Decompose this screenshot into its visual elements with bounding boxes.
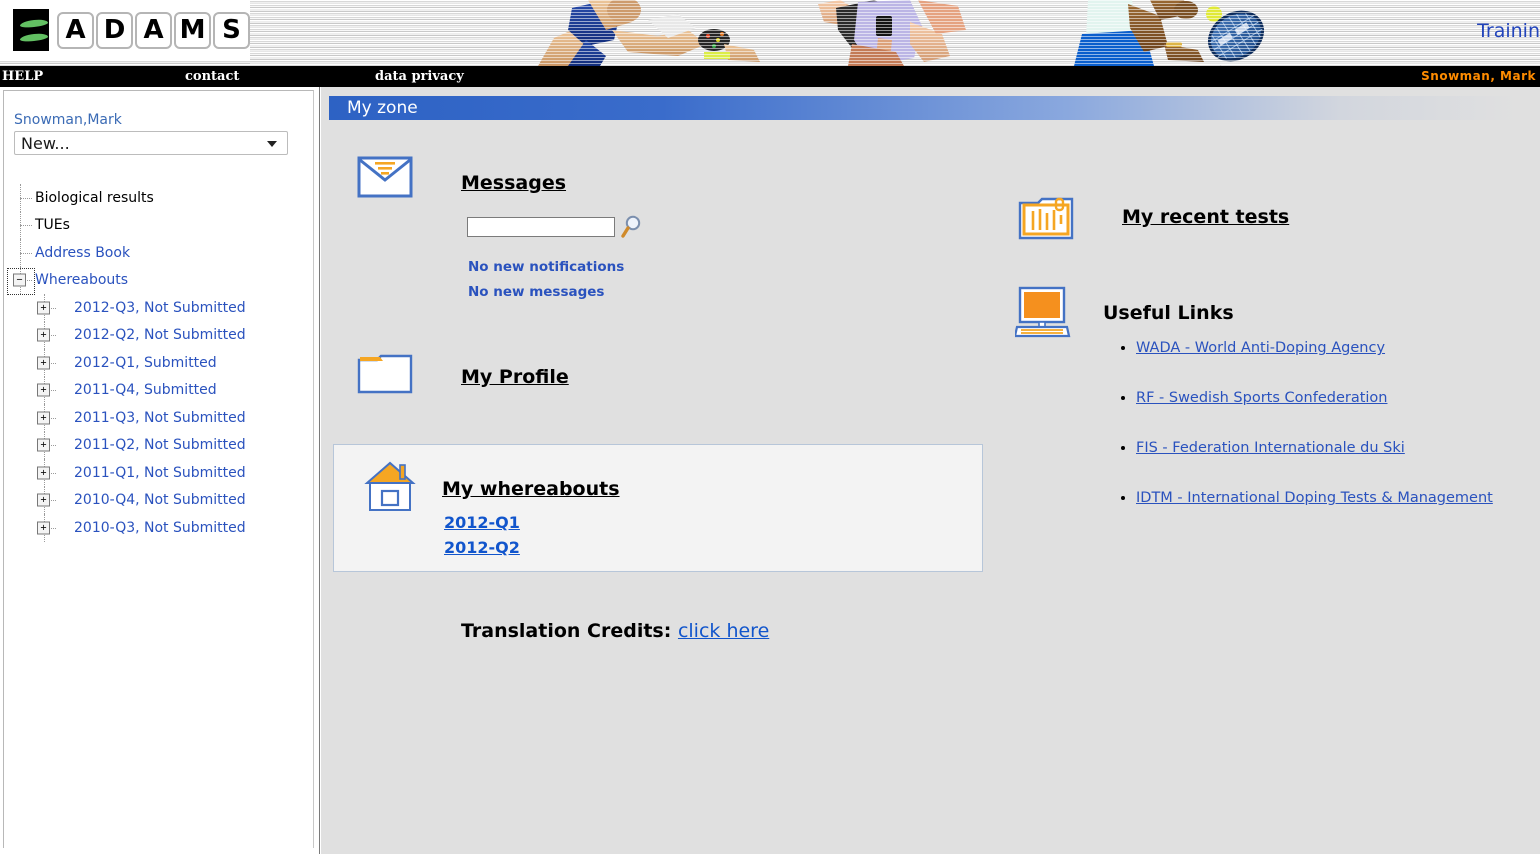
logo-letter-m: M <box>174 11 211 49</box>
navigation-tree: Biological results TUEs Address Book − Where… <box>7 184 246 542</box>
new-item-dropdown[interactable]: New... <box>14 131 288 155</box>
no-new-notifications-text: No new notifications <box>468 259 625 275</box>
tree-item[interactable]: +2011-Q3, Not Submitted <box>20 404 246 432</box>
useful-link[interactable]: IDTM - International Doping Tests & Mana… <box>1136 490 1493 506</box>
useful-link-item: WADA - World Anti-Doping Agency <box>1136 340 1493 356</box>
useful-links-heading: Useful Links <box>1103 302 1234 324</box>
tree-item[interactable]: +2010-Q3, Not Submitted <box>20 514 246 542</box>
adams-logo-mark-icon <box>13 9 49 51</box>
my-recent-tests-heading: My recent tests <box>1122 206 1290 228</box>
useful-link[interactable]: RF - Swedish Sports Confederation <box>1136 390 1387 406</box>
search-icon[interactable] <box>621 215 643 239</box>
tree-item[interactable]: +2012-Q2, Not Submitted <box>20 321 246 349</box>
translation-credits-link[interactable]: click here <box>678 620 769 642</box>
tree-expand-icon[interactable]: + <box>37 356 50 370</box>
useful-link-item: RF - Swedish Sports Confederation <box>1136 390 1493 406</box>
help-link[interactable]: HELP <box>2 69 43 84</box>
tree-expand-icon[interactable]: + <box>37 328 50 342</box>
tree-item-label[interactable]: 2011-Q4, Submitted <box>74 382 217 398</box>
athlete-tennis-player-image <box>1074 0 1264 66</box>
logo-letter-a1: A <box>57 11 94 49</box>
data-privacy-link[interactable]: data privacy <box>375 69 464 84</box>
tree-expand-icon[interactable]: + <box>37 411 50 425</box>
tree-item-label[interactable]: 2012-Q1, Submitted <box>74 355 217 371</box>
whereabouts-quarter-link-2012-q2[interactable]: 2012-Q2 <box>444 538 520 557</box>
tree-item[interactable]: +2012-Q1, Submitted <box>20 349 246 377</box>
training-site-label: Trainin <box>1477 20 1540 42</box>
messages-heading: Messages <box>461 172 567 194</box>
sidebar-user-name: Snowman,Mark <box>14 112 122 128</box>
tree-item-label[interactable]: 2010-Q4, Not Submitted <box>74 492 246 508</box>
tree-item-label[interactable]: 2010-Q3, Not Submitted <box>74 520 246 536</box>
tree-item[interactable]: +2011-Q2, Not Submitted <box>20 431 246 459</box>
computer-icon <box>1015 286 1071 338</box>
tree-expand-icon[interactable]: + <box>37 521 50 535</box>
sidebar-panel: Snowman,Mark New... Biological results TU… <box>0 87 320 854</box>
message-search-input[interactable] <box>467 217 615 237</box>
tree-item-label[interactable]: 2011-Q3, Not Submitted <box>74 410 246 426</box>
tree-item[interactable]: +2010-Q4, Not Submitted <box>20 486 246 514</box>
my-profile-heading: My Profile <box>461 366 569 388</box>
logo-letter-a2: A <box>135 11 172 49</box>
tree-item[interactable]: Address Book <box>20 239 246 267</box>
logo-letter-d: D <box>96 11 133 49</box>
athlete-hurdler-image <box>538 0 760 66</box>
tree-item[interactable]: Biological results <box>20 184 246 212</box>
tree-horizontal-connector <box>20 197 32 199</box>
tree-item[interactable]: TUEs <box>20 211 246 239</box>
logo-letter-s: S <box>213 11 250 49</box>
tree-item-label[interactable]: Whereabouts <box>35 272 128 288</box>
tree-expand-icon[interactable]: + <box>37 301 50 315</box>
my-whereabouts-panel: My whereabouts 2012-Q1 2012-Q2 <box>333 444 983 572</box>
folder-icon <box>357 354 413 394</box>
envelope-icon <box>357 156 413 198</box>
page-title: My zone <box>329 96 1519 120</box>
tree-item[interactable]: − Whereabouts <box>7 266 246 295</box>
tree-expand-icon[interactable]: + <box>37 438 50 452</box>
translation-credits: Translation Credits: click here <box>461 620 769 642</box>
tree-expand-icon[interactable]: + <box>37 466 50 480</box>
translation-credits-label: Translation Credits: <box>461 620 672 642</box>
tree-item[interactable]: +2012-Q3, Not Submitted <box>20 294 246 322</box>
tree-item-label[interactable]: 2011-Q1, Not Submitted <box>74 465 246 481</box>
no-new-messages-text: No new messages <box>468 284 605 300</box>
tree-expand-icon[interactable]: + <box>37 383 50 397</box>
tree-item-label[interactable]: 2011-Q2, Not Submitted <box>74 437 246 453</box>
useful-link-item: IDTM - International Doping Tests & Mana… <box>1136 490 1493 506</box>
whereabouts-quarter-link-2012-q1[interactable]: 2012-Q1 <box>444 513 520 532</box>
my-whereabouts-heading: My whereabouts <box>442 478 620 500</box>
contact-link[interactable]: contact <box>185 69 239 84</box>
current-user-link[interactable]: Snowman, Mark <box>1421 69 1536 83</box>
site-banner: A D A M S Trainin <box>0 0 1540 66</box>
tree-item-label[interactable]: 2012-Q3, Not Submitted <box>74 300 246 316</box>
tree-item-label[interactable]: 2012-Q2, Not Submitted <box>74 327 246 343</box>
main-content-area: My zone Messages No new notifications No… <box>321 87 1540 854</box>
useful-link[interactable]: FIS - Federation Internationale du Ski <box>1136 440 1405 456</box>
tree-item-label[interactable]: Address Book <box>35 245 130 261</box>
athlete-runner-image <box>818 0 966 66</box>
tree-item-label: Biological results <box>35 189 154 206</box>
tree-item-label: TUEs <box>35 217 70 234</box>
tree-item[interactable]: +2011-Q1, Not Submitted <box>20 459 246 487</box>
test-results-folder-icon <box>1018 197 1074 240</box>
useful-links-list: WADA - World Anti-Doping Agency RF - Swed… <box>1116 340 1493 540</box>
chevron-down-icon <box>267 141 277 147</box>
adams-logo: A D A M S <box>0 0 250 60</box>
tree-horizontal-connector <box>20 252 32 254</box>
adams-logo-letters: A D A M S <box>55 11 250 49</box>
tree-horizontal-connector <box>20 225 32 227</box>
top-navigation-bar: HELP contact data privacy Snowman, Mark <box>0 66 1540 87</box>
new-item-dropdown-value: New... <box>21 133 70 153</box>
tree-item[interactable]: +2011-Q4, Submitted <box>20 376 246 404</box>
useful-link-item: FIS - Federation Internationale du Ski <box>1136 440 1493 456</box>
tree-focus-outline <box>7 267 35 295</box>
house-icon <box>364 461 416 511</box>
tree-expand-icon[interactable]: + <box>37 493 50 507</box>
useful-link[interactable]: WADA - World Anti-Doping Agency <box>1136 340 1385 356</box>
